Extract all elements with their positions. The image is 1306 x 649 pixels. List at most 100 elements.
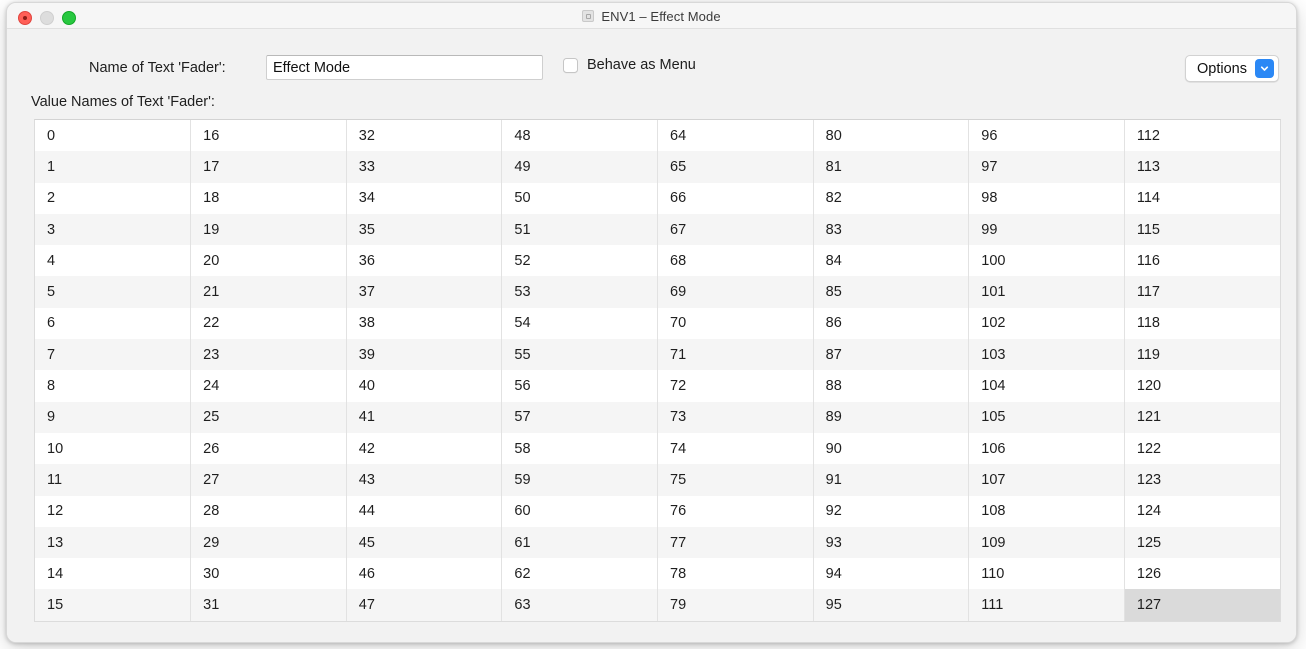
value-cell[interactable]: 17 [190, 151, 347, 183]
value-cell[interactable]: 5 [35, 276, 192, 308]
value-cell[interactable]: 74 [657, 432, 814, 465]
value-cell[interactable]: 53 [501, 276, 658, 308]
value-cell[interactable]: 101 [968, 276, 1125, 308]
value-cell[interactable]: 21 [190, 276, 347, 308]
value-cell[interactable]: 77 [657, 526, 814, 559]
value-cell[interactable]: 26 [190, 432, 347, 465]
value-cell[interactable]: 61 [501, 526, 658, 559]
value-cell[interactable]: 69 [657, 276, 814, 308]
value-cell[interactable]: 75 [657, 464, 814, 496]
value-cell[interactable]: 16 [190, 120, 347, 152]
value-cell[interactable]: 60 [501, 495, 658, 527]
value-cell[interactable]: 83 [813, 213, 970, 246]
value-cell[interactable]: 114 [1124, 182, 1280, 214]
value-cell[interactable]: 15 [35, 589, 192, 621]
value-cell[interactable]: 36 [346, 245, 503, 277]
value-cell[interactable]: 12 [35, 495, 192, 527]
value-cell[interactable]: 68 [657, 245, 814, 277]
value-cell[interactable]: 0 [35, 120, 192, 152]
value-cell[interactable]: 63 [501, 589, 658, 621]
value-cell[interactable]: 125 [1124, 526, 1280, 559]
value-cell[interactable]: 98 [968, 182, 1125, 214]
value-cell[interactable]: 44 [346, 495, 503, 527]
value-cell[interactable]: 92 [813, 495, 970, 527]
value-cell[interactable]: 110 [968, 558, 1125, 590]
value-cell[interactable]: 7 [35, 339, 192, 371]
value-cell[interactable]: 76 [657, 495, 814, 527]
value-cell[interactable]: 87 [813, 339, 970, 371]
value-cell[interactable]: 127 [1124, 589, 1280, 621]
value-cell[interactable]: 88 [813, 370, 970, 402]
value-cell[interactable]: 9 [35, 401, 192, 433]
value-cell[interactable]: 52 [501, 245, 658, 277]
value-cell[interactable]: 49 [501, 151, 658, 183]
value-cell[interactable]: 94 [813, 558, 970, 590]
value-cell[interactable]: 59 [501, 464, 658, 496]
value-cell[interactable]: 39 [346, 339, 503, 371]
value-cell[interactable]: 112 [1124, 120, 1280, 152]
value-cell[interactable]: 30 [190, 558, 347, 590]
behave-as-menu-checkbox-row[interactable]: Behave as Menu [563, 57, 696, 73]
value-cell[interactable]: 22 [190, 307, 347, 340]
value-cell[interactable]: 58 [501, 432, 658, 465]
value-cell[interactable]: 24 [190, 370, 347, 402]
value-cell[interactable]: 41 [346, 401, 503, 433]
value-cell[interactable]: 37 [346, 276, 503, 308]
value-cell[interactable]: 82 [813, 182, 970, 214]
value-cell[interactable]: 2 [35, 182, 192, 214]
value-cell[interactable]: 1 [35, 151, 192, 183]
value-cell[interactable]: 27 [190, 464, 347, 496]
value-cell[interactable]: 8 [35, 370, 192, 402]
value-cell[interactable]: 118 [1124, 307, 1280, 340]
value-cell[interactable]: 23 [190, 339, 347, 371]
value-cell[interactable]: 72 [657, 370, 814, 402]
value-cell[interactable]: 91 [813, 464, 970, 496]
value-cell[interactable]: 115 [1124, 213, 1280, 246]
value-cell[interactable]: 13 [35, 526, 192, 559]
value-cell[interactable]: 19 [190, 213, 347, 246]
value-cell[interactable]: 81 [813, 151, 970, 183]
value-cell[interactable]: 55 [501, 339, 658, 371]
value-cell[interactable]: 97 [968, 151, 1125, 183]
value-cell[interactable]: 51 [501, 213, 658, 246]
value-cell[interactable]: 38 [346, 307, 503, 340]
value-cell[interactable]: 80 [813, 120, 970, 152]
value-cell[interactable]: 93 [813, 526, 970, 559]
value-cell[interactable]: 108 [968, 495, 1125, 527]
value-cell[interactable]: 105 [968, 401, 1125, 433]
value-cell[interactable]: 122 [1124, 432, 1280, 465]
value-cell[interactable]: 70 [657, 307, 814, 340]
value-cell[interactable]: 89 [813, 401, 970, 433]
value-cell[interactable]: 10 [35, 432, 192, 465]
value-cell[interactable]: 32 [346, 120, 503, 152]
zoom-button[interactable] [62, 11, 76, 25]
value-cell[interactable]: 66 [657, 182, 814, 214]
value-cell[interactable]: 73 [657, 401, 814, 433]
value-cell[interactable]: 99 [968, 213, 1125, 246]
value-cell[interactable]: 107 [968, 464, 1125, 496]
value-cell[interactable]: 46 [346, 558, 503, 590]
value-cell[interactable]: 56 [501, 370, 658, 402]
value-cell[interactable]: 28 [190, 495, 347, 527]
value-cell[interactable]: 33 [346, 151, 503, 183]
value-cell[interactable]: 79 [657, 589, 814, 621]
value-cell[interactable]: 86 [813, 307, 970, 340]
value-cell[interactable]: 50 [501, 182, 658, 214]
value-cell[interactable]: 67 [657, 213, 814, 246]
value-cell[interactable]: 64 [657, 120, 814, 152]
value-cell[interactable]: 96 [968, 120, 1125, 152]
value-cell[interactable]: 34 [346, 182, 503, 214]
value-cell[interactable]: 18 [190, 182, 347, 214]
value-cell[interactable]: 3 [35, 213, 192, 246]
value-cell[interactable]: 14 [35, 558, 192, 590]
value-cell[interactable]: 85 [813, 276, 970, 308]
value-cell[interactable]: 31 [190, 589, 347, 621]
value-cell[interactable]: 123 [1124, 464, 1280, 496]
value-cell[interactable]: 45 [346, 526, 503, 559]
value-cell[interactable]: 104 [968, 370, 1125, 402]
value-cell[interactable]: 48 [501, 120, 658, 152]
value-cell[interactable]: 126 [1124, 558, 1280, 590]
value-cell[interactable]: 120 [1124, 370, 1280, 402]
value-cell[interactable]: 29 [190, 526, 347, 559]
value-cell[interactable]: 90 [813, 432, 970, 465]
